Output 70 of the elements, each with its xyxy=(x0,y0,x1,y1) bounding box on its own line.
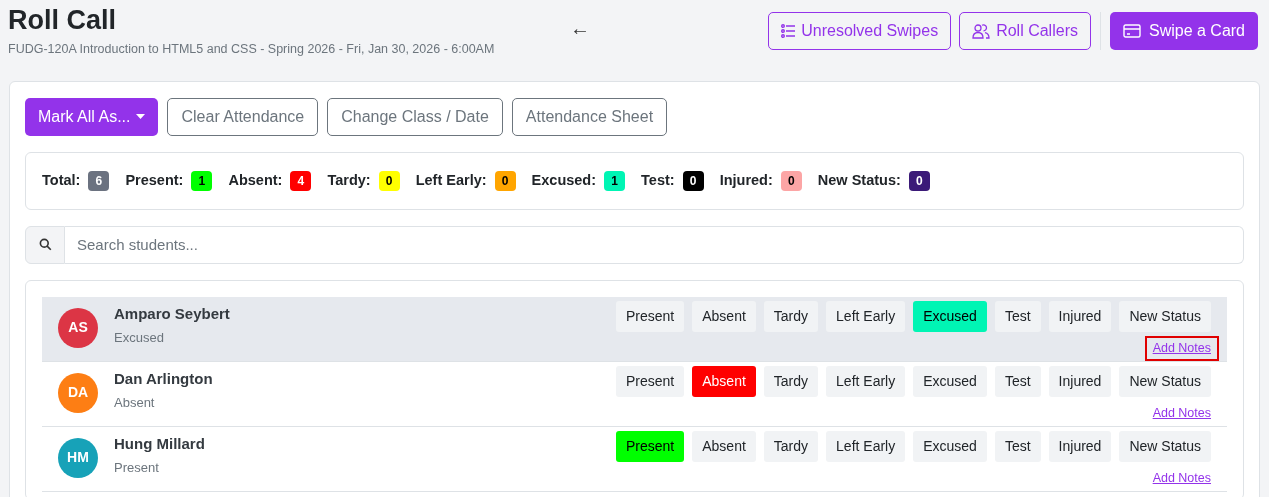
count-label: Excused: xyxy=(531,170,597,190)
status-option[interactable]: New Status xyxy=(1119,300,1211,332)
count-badge: 0 xyxy=(494,170,516,191)
count-label: Tardy: xyxy=(327,170,371,190)
status-option[interactable]: Absent xyxy=(692,430,756,462)
avatar: DA xyxy=(58,372,98,413)
search-field[interactable]: Search students... xyxy=(65,225,1244,264)
status-option[interactable]: Tardy xyxy=(763,430,819,462)
student-name: Dan Arlington xyxy=(114,368,213,389)
student-name: Hung Millard xyxy=(114,433,205,454)
student-name: Amparo Seybert xyxy=(114,303,230,324)
toolbar-button[interactable]: Clear Attendance xyxy=(167,97,319,136)
swipe-card-button[interactable]: Swipe a Card xyxy=(1109,12,1258,50)
count-label: Test: xyxy=(641,170,675,190)
avatar: HM xyxy=(58,437,98,478)
status-option[interactable]: Left Early xyxy=(826,300,906,332)
page-title: Roll Call xyxy=(8,4,117,36)
student-status: Excused xyxy=(114,328,165,347)
status-option[interactable]: Test xyxy=(994,300,1041,332)
search-icon xyxy=(38,238,52,252)
count-label: Left Early: xyxy=(415,170,487,190)
status-option[interactable]: Test xyxy=(994,430,1041,462)
status-option[interactable]: Injured xyxy=(1048,430,1112,462)
add-notes-link[interactable]: Add Notes xyxy=(1144,400,1219,426)
count-badge: 0 xyxy=(682,170,704,191)
credit-card-icon xyxy=(1122,24,1141,38)
count-badge: 6 xyxy=(88,170,110,191)
count-badge: 1 xyxy=(604,170,626,191)
count-badge: 0 xyxy=(908,170,930,191)
count-badge: 0 xyxy=(780,170,802,191)
status-option[interactable]: Tardy xyxy=(763,300,819,332)
count-label: Total: xyxy=(42,170,81,190)
toolbar-button[interactable]: Change Class / Date xyxy=(327,97,503,136)
count-label: Present: xyxy=(125,170,184,190)
caret-icon xyxy=(136,114,146,120)
status-option[interactable]: Present xyxy=(616,430,685,462)
status-option[interactable]: Absent xyxy=(692,300,756,332)
status-option[interactable]: Left Early xyxy=(826,430,906,462)
count-label: Injured: xyxy=(719,170,773,190)
status-option[interactable]: Injured xyxy=(1048,365,1112,397)
status-option[interactable]: Excused xyxy=(913,430,987,462)
status-option[interactable]: Tardy xyxy=(763,365,819,397)
avatar: AS xyxy=(58,307,98,348)
roll-callers-button[interactable]: Roll Callers xyxy=(959,12,1091,50)
student-status: Present xyxy=(114,458,160,477)
status-option[interactable]: New Status xyxy=(1119,430,1211,462)
unresolved-swipes-button[interactable]: Unresolved Swipes xyxy=(768,12,952,50)
people-icon xyxy=(972,23,991,39)
count-label: Absent: xyxy=(228,170,283,190)
status-option[interactable]: Test xyxy=(994,365,1041,397)
count-label: New Status: xyxy=(817,170,901,190)
add-notes-link[interactable]: Add Notes xyxy=(1144,335,1219,361)
toolbar-button[interactable]: Attendance Sheet xyxy=(511,97,668,136)
mark-all-dropdown[interactable]: Mark All As... xyxy=(25,97,159,136)
status-option[interactable]: Excused xyxy=(913,365,987,397)
page-subtitle: FUDG-120A Introduction to HTML5 and CSS - Spring 2026 - Fri, Jan 30, 2026 - 6:00AM xyxy=(8,41,496,58)
status-option[interactable]: Excused xyxy=(913,300,987,332)
add-notes-link[interactable]: Add Notes xyxy=(1144,465,1219,491)
status-option[interactable]: Present xyxy=(616,300,685,332)
status-option[interactable]: Present xyxy=(616,365,685,397)
status-option[interactable]: Injured xyxy=(1048,300,1112,332)
count-badge: 0 xyxy=(378,170,400,191)
status-option[interactable]: New Status xyxy=(1119,365,1211,397)
student-status: Absent xyxy=(114,393,156,412)
status-option[interactable]: Absent xyxy=(692,365,756,397)
student-row[interactable]: AS Amparo Seybert Excused Present Absent Tardy Left Early Excused Test Injured New Status Add Notes xyxy=(42,296,1227,362)
status-option[interactable]: Left Early xyxy=(826,365,906,397)
list-icon xyxy=(781,23,796,39)
count-badge: 4 xyxy=(290,170,312,191)
count-badge: 1 xyxy=(191,170,213,191)
